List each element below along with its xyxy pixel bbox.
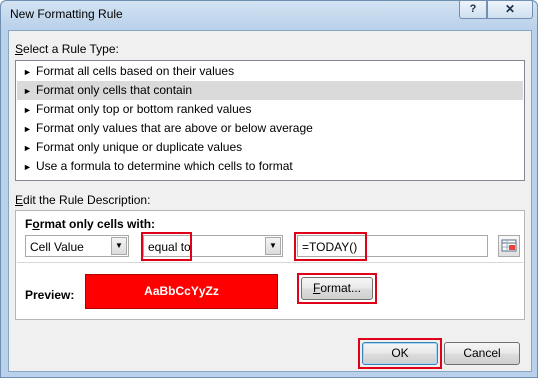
value-input[interactable]: =TODAY() [297,235,488,257]
arrow-right-icon: ► [23,105,32,115]
operator-dropdown[interactable]: equal to ▼ [143,235,283,257]
new-formatting-rule-dialog: New Formatting Rule ? ✕ Select a Rule Ty… [0,0,538,378]
select-rule-type-label: Select a Rule Type: [15,42,119,56]
range-select-icon [501,239,517,252]
rule-type-item-unique-duplicate[interactable]: ► Format only unique or duplicate values [17,138,523,157]
ok-button[interactable]: OK [362,342,438,365]
format-only-cells-heading: Format only cells with: [25,217,156,231]
preview-label: Preview: [25,288,75,302]
chevron-down-icon[interactable]: ▼ [111,237,127,255]
rule-type-item-above-below-average[interactable]: ► Format only values that are above or be… [17,119,523,138]
rule-type-item-formula[interactable]: ► Use a formula to determine which cells … [17,157,523,176]
help-button[interactable]: ? [459,1,487,19]
arrow-right-icon: ► [23,67,32,77]
title-bar[interactable]: New Formatting Rule ? ✕ [1,1,537,29]
arrow-right-icon: ► [23,143,32,153]
arrow-right-icon: ► [23,162,32,172]
format-preview: AaBbCcYyZz [85,274,278,309]
arrow-right-icon: ► [23,124,32,134]
edit-rule-description-label: Edit the Rule Description: [15,193,151,207]
condition-type-value: Cell Value [30,240,84,254]
close-button[interactable]: ✕ [487,1,533,19]
collapse-dialog-button[interactable] [498,235,520,257]
format-button[interactable]: Format... [301,277,373,300]
rule-type-item-all-cells[interactable]: ► Format all cells based on their values [17,62,523,81]
arrow-right-icon: ► [23,86,32,96]
rule-description-panel: Format only cells with: Cell Value ▼ equ… [15,210,525,320]
condition-type-dropdown[interactable]: Cell Value ▼ [25,235,129,257]
dialog-body: Select a Rule Type: ► Format all cells ba… [8,30,532,372]
rule-type-item-top-bottom[interactable]: ► Format only top or bottom ranked values [17,100,523,119]
value-text: =TODAY() [302,240,358,254]
preview-divider [17,262,523,263]
operator-value: equal to [148,240,191,254]
dialog-title: New Formatting Rule [10,7,123,21]
rule-type-item-cells-that-contain[interactable]: ► Format only cells that contain [17,81,523,100]
rule-type-list[interactable]: ► Format all cells based on their values … [15,60,525,181]
chevron-down-icon[interactable]: ▼ [265,237,281,255]
cancel-button[interactable]: Cancel [444,342,520,365]
